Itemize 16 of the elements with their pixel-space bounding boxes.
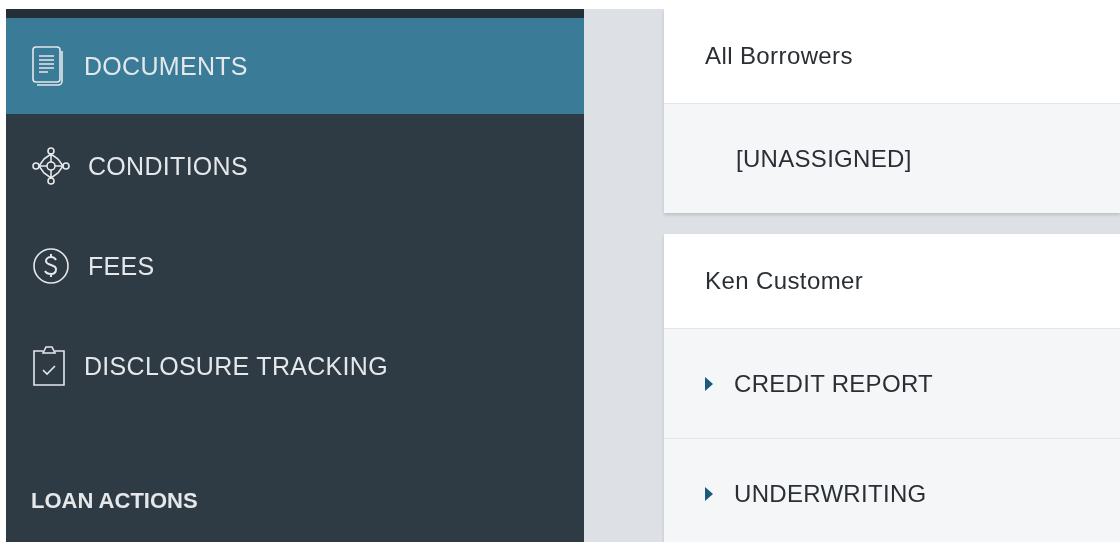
clipboard-icon	[32, 345, 66, 387]
documents-icon	[32, 46, 66, 86]
sidebar-item[interactable]: FEES	[6, 218, 584, 314]
sidebar-item[interactable]: CONDITIONS	[6, 118, 584, 214]
document-row[interactable]: [UNASSIGNED]	[664, 103, 1120, 213]
section-heading: LOAN ACTIONS	[31, 488, 198, 514]
caret-icon	[704, 486, 714, 501]
sidebar-item[interactable]: DOCUMENTS	[6, 18, 584, 114]
document-row[interactable]: UNDERWRITING	[664, 438, 1120, 542]
sidebar-item[interactable]: DISCLOSURE TRACKING	[6, 318, 584, 414]
document-row[interactable]: CREDIT REPORT	[664, 328, 1120, 438]
dollar-icon	[32, 247, 70, 285]
network-icon	[32, 147, 70, 185]
borrower-name: All Borrowers	[704, 41, 854, 71]
caret-icon	[704, 376, 714, 391]
borrower-name: Ken Customer	[704, 266, 865, 296]
